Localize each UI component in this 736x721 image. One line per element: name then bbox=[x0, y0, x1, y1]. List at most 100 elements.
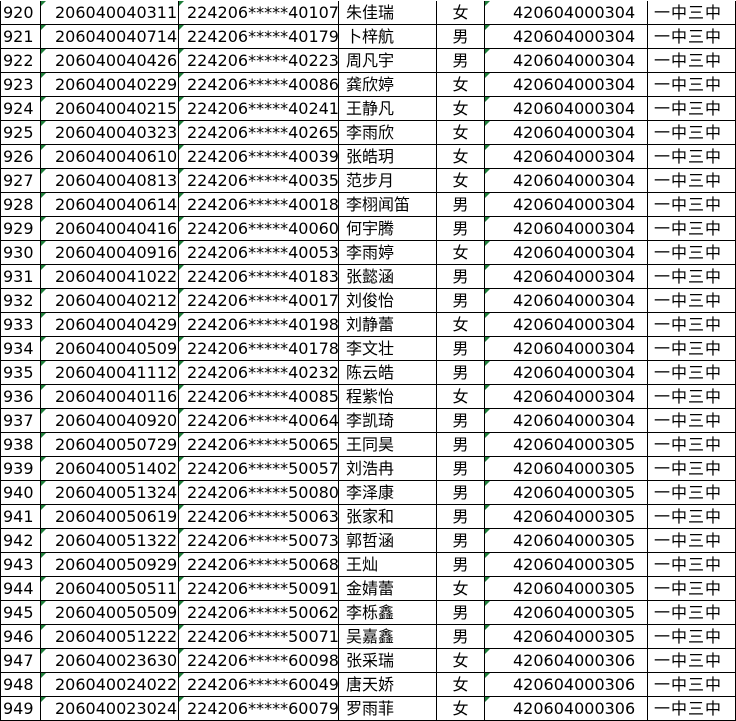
row-number-cell[interactable]: 925 bbox=[0, 121, 41, 145]
school-code-cell[interactable]: 420604000304 bbox=[485, 337, 648, 361]
school-code-cell[interactable]: 420604000304 bbox=[485, 25, 648, 49]
student-name-cell[interactable]: 李雨欣 bbox=[339, 121, 437, 145]
row-number-cell[interactable]: 946 bbox=[0, 625, 41, 649]
id-number-cell[interactable]: 224206*****40223 bbox=[179, 49, 339, 73]
student-name-cell[interactable]: 程紫怡 bbox=[339, 385, 437, 409]
school-name-cell[interactable]: 一中三中 bbox=[648, 433, 736, 457]
school-code-cell[interactable]: 420604000305 bbox=[485, 553, 648, 577]
gender-cell[interactable]: 女 bbox=[437, 385, 485, 409]
exam-number-cell[interactable]: 206040040920 bbox=[41, 409, 179, 433]
exam-number-cell[interactable]: 206040051322 bbox=[41, 529, 179, 553]
student-name-cell[interactable]: 张采瑞 bbox=[339, 649, 437, 673]
school-name-cell[interactable]: 一中三中 bbox=[648, 697, 736, 721]
student-name-cell[interactable]: 王静凡 bbox=[339, 97, 437, 121]
id-number-cell[interactable]: 224206*****50065 bbox=[179, 433, 339, 457]
id-number-cell[interactable]: 224206*****40086 bbox=[179, 73, 339, 97]
exam-number-cell[interactable]: 206040023630 bbox=[41, 649, 179, 673]
school-name-cell[interactable]: 一中三中 bbox=[648, 577, 736, 601]
id-number-cell[interactable]: 224206*****40179 bbox=[179, 25, 339, 49]
id-number-cell[interactable]: 224206*****40241 bbox=[179, 97, 339, 121]
id-number-cell[interactable]: 224206*****50062 bbox=[179, 601, 339, 625]
row-number-cell[interactable]: 927 bbox=[0, 169, 41, 193]
school-name-cell[interactable]: 一中三中 bbox=[648, 601, 736, 625]
school-name-cell[interactable]: 一中三中 bbox=[648, 121, 736, 145]
school-name-cell[interactable]: 一中三中 bbox=[648, 481, 736, 505]
school-code-cell[interactable]: 420604000305 bbox=[485, 505, 648, 529]
school-name-cell[interactable]: 一中三中 bbox=[648, 505, 736, 529]
row-number-cell[interactable]: 947 bbox=[0, 649, 41, 673]
gender-cell[interactable]: 男 bbox=[437, 337, 485, 361]
school-code-cell[interactable]: 420604000304 bbox=[485, 193, 648, 217]
exam-number-cell[interactable]: 206040040116 bbox=[41, 385, 179, 409]
id-number-cell[interactable]: 224206*****40232 bbox=[179, 361, 339, 385]
exam-number-cell[interactable]: 206040023024 bbox=[41, 697, 179, 721]
gender-cell[interactable]: 男 bbox=[437, 409, 485, 433]
school-name-cell[interactable]: 一中三中 bbox=[648, 241, 736, 265]
gender-cell[interactable]: 男 bbox=[437, 625, 485, 649]
school-name-cell[interactable]: 一中三中 bbox=[648, 217, 736, 241]
student-name-cell[interactable]: 张家和 bbox=[339, 505, 437, 529]
student-name-cell[interactable]: 李文壮 bbox=[339, 337, 437, 361]
row-number-cell[interactable]: 928 bbox=[0, 193, 41, 217]
exam-number-cell[interactable]: 206040040426 bbox=[41, 49, 179, 73]
row-number-cell[interactable]: 938 bbox=[0, 433, 41, 457]
exam-number-cell[interactable]: 206040050509 bbox=[41, 601, 179, 625]
exam-number-cell[interactable]: 206040050929 bbox=[41, 553, 179, 577]
school-code-cell[interactable]: 420604000304 bbox=[485, 49, 648, 73]
student-name-cell[interactable]: 李凯琦 bbox=[339, 409, 437, 433]
exam-number-cell[interactable]: 206040040610 bbox=[41, 145, 179, 169]
exam-number-cell[interactable]: 206040040429 bbox=[41, 313, 179, 337]
exam-number-cell[interactable]: 206040024022 bbox=[41, 673, 179, 697]
id-number-cell[interactable]: 224206*****50068 bbox=[179, 553, 339, 577]
exam-number-cell[interactable]: 206040040813 bbox=[41, 169, 179, 193]
id-number-cell[interactable]: 224206*****40198 bbox=[179, 313, 339, 337]
id-number-cell[interactable]: 224206*****50057 bbox=[179, 457, 339, 481]
school-code-cell[interactable]: 420604000305 bbox=[485, 481, 648, 505]
exam-number-cell[interactable]: 206040040212 bbox=[41, 289, 179, 313]
id-number-cell[interactable]: 224206*****40053 bbox=[179, 241, 339, 265]
id-number-cell[interactable]: 224206*****40039 bbox=[179, 145, 339, 169]
row-number-cell[interactable]: 924 bbox=[0, 97, 41, 121]
gender-cell[interactable]: 男 bbox=[437, 25, 485, 49]
id-number-cell[interactable]: 224206*****40178 bbox=[179, 337, 339, 361]
id-number-cell[interactable]: 224206*****60079 bbox=[179, 697, 339, 721]
row-number-cell[interactable]: 921 bbox=[0, 25, 41, 49]
gender-cell[interactable]: 男 bbox=[437, 289, 485, 313]
school-name-cell[interactable]: 一中三中 bbox=[648, 289, 736, 313]
exam-number-cell[interactable]: 206040050511 bbox=[41, 577, 179, 601]
student-name-cell[interactable]: 张皓玥 bbox=[339, 145, 437, 169]
school-code-cell[interactable]: 420604000304 bbox=[485, 169, 648, 193]
student-name-cell[interactable]: 吴嘉鑫 bbox=[339, 625, 437, 649]
school-name-cell[interactable]: 一中三中 bbox=[648, 625, 736, 649]
gender-cell[interactable]: 女 bbox=[437, 673, 485, 697]
student-name-cell[interactable]: 刘浩冉 bbox=[339, 457, 437, 481]
school-code-cell[interactable]: 420604000304 bbox=[485, 361, 648, 385]
school-code-cell[interactable]: 420604000304 bbox=[485, 97, 648, 121]
gender-cell[interactable]: 男 bbox=[437, 433, 485, 457]
row-number-cell[interactable]: 931 bbox=[0, 265, 41, 289]
exam-number-cell[interactable]: 206040041112 bbox=[41, 361, 179, 385]
school-code-cell[interactable]: 420604000304 bbox=[485, 145, 648, 169]
gender-cell[interactable]: 男 bbox=[437, 49, 485, 73]
row-number-cell[interactable]: 920 bbox=[0, 1, 41, 25]
school-name-cell[interactable]: 一中三中 bbox=[648, 649, 736, 673]
school-code-cell[interactable]: 420604000304 bbox=[485, 409, 648, 433]
id-number-cell[interactable]: 224206*****40064 bbox=[179, 409, 339, 433]
student-name-cell[interactable]: 李栎鑫 bbox=[339, 601, 437, 625]
school-name-cell[interactable]: 一中三中 bbox=[648, 409, 736, 433]
gender-cell[interactable]: 女 bbox=[437, 121, 485, 145]
school-name-cell[interactable]: 一中三中 bbox=[648, 97, 736, 121]
row-number-cell[interactable]: 948 bbox=[0, 673, 41, 697]
id-number-cell[interactable]: 224206*****40018 bbox=[179, 193, 339, 217]
student-name-cell[interactable]: 周凡宇 bbox=[339, 49, 437, 73]
student-name-cell[interactable]: 范步月 bbox=[339, 169, 437, 193]
student-name-cell[interactable]: 金婧蕾 bbox=[339, 577, 437, 601]
row-number-cell[interactable]: 922 bbox=[0, 49, 41, 73]
school-name-cell[interactable]: 一中三中 bbox=[648, 361, 736, 385]
row-number-cell[interactable]: 942 bbox=[0, 529, 41, 553]
student-name-cell[interactable]: 李泽康 bbox=[339, 481, 437, 505]
school-code-cell[interactable]: 420604000304 bbox=[485, 265, 648, 289]
school-name-cell[interactable]: 一中三中 bbox=[648, 529, 736, 553]
school-name-cell[interactable]: 一中三中 bbox=[648, 49, 736, 73]
gender-cell[interactable]: 男 bbox=[437, 529, 485, 553]
